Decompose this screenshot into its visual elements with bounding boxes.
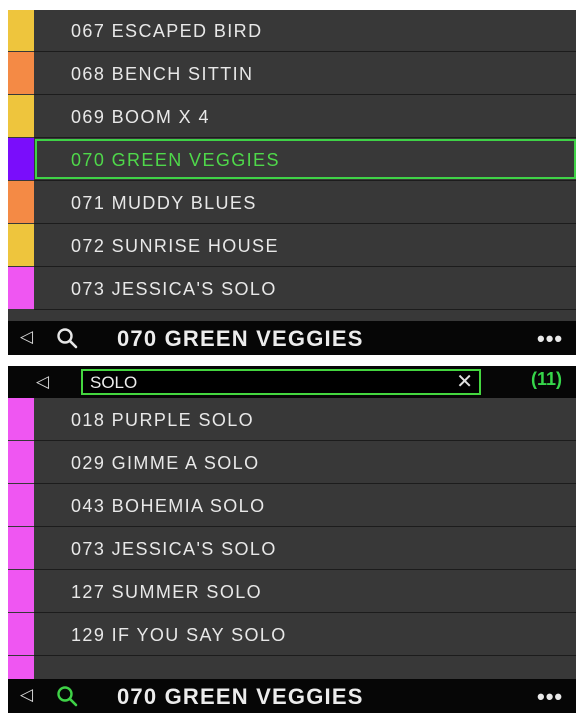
preset-row[interactable]: 072 SUNRISE HOUSE <box>8 224 576 267</box>
current-preset-title: 070 GREEN VEGGIES <box>117 326 364 351</box>
search-result-count: (11) <box>531 369 563 389</box>
preset-name: 072 SUNRISE HOUSE <box>71 236 279 256</box>
preset-name: 129 IF YOU SAY SOLO <box>71 625 287 645</box>
preset-color-swatch <box>8 138 34 180</box>
back-triangle-icon[interactable]: ◁ <box>20 327 33 347</box>
preset-row[interactable]: 068 BENCH SITTIN <box>8 52 576 95</box>
preset-color-swatch <box>8 267 34 309</box>
preset-name: 073 JESSICA'S SOLO <box>71 279 277 299</box>
search-query-text: SOLO <box>90 373 138 392</box>
search-result-row[interactable]: 129 IF YOU SAY SOLO <box>8 613 576 656</box>
preset-name: 127 SUMMER SOLO <box>71 582 263 602</box>
preset-name: 069 BOOM X 4 <box>71 107 210 127</box>
search-bar: ◁ SOLO ✕ (11) <box>8 366 576 398</box>
preset-name: 068 BENCH SITTIN <box>71 64 254 84</box>
search-result-row[interactable]: 073 JESSICA'S SOLO <box>8 527 576 570</box>
preset-color-swatch <box>8 527 34 569</box>
preset-color-swatch <box>8 441 34 483</box>
search-icon[interactable] <box>56 327 78 354</box>
search-input[interactable]: SOLO ✕ <box>81 369 481 395</box>
preset-row-selected[interactable]: 070 GREEN VEGGIES <box>8 138 576 181</box>
preset-row[interactable]: 069 BOOM X 4 <box>8 95 576 138</box>
more-options-icon[interactable]: ••• <box>537 684 563 710</box>
search-result-row[interactable]: 127 SUMMER SOLO <box>8 570 576 613</box>
more-options-icon[interactable]: ••• <box>537 326 563 352</box>
search-result-row[interactable]: 043 BOHEMIA SOLO <box>8 484 576 527</box>
preset-name: 018 PURPLE SOLO <box>71 410 255 430</box>
preset-name: 071 MUDDY BLUES <box>71 193 257 213</box>
search-bottom-bar: ◁ 070 GREEN VEGGIES ••• <box>8 679 576 713</box>
current-preset-title: 070 GREEN VEGGIES <box>117 684 364 709</box>
preset-color-swatch <box>8 224 34 266</box>
close-icon[interactable]: ✕ <box>456 371 473 393</box>
preset-name: 070 GREEN VEGGIES <box>71 150 280 170</box>
preset-bottom-bar: ◁ 070 GREEN VEGGIES ••• <box>8 321 576 355</box>
preset-color-swatch <box>8 613 34 655</box>
back-triangle-icon[interactable]: ◁ <box>20 685 33 705</box>
preset-color-swatch <box>8 570 34 612</box>
preset-list-panel: 067 ESCAPED BIRD 068 BENCH SITTIN 069 BO… <box>8 10 576 355</box>
preset-name: 043 BOHEMIA SOLO <box>71 496 266 516</box>
preset-color-swatch <box>8 398 34 440</box>
preset-row[interactable]: 073 JESSICA'S SOLO <box>8 267 576 310</box>
row-divider <box>34 309 576 310</box>
back-triangle-icon[interactable]: ◁ <box>36 372 49 392</box>
preset-name: 067 ESCAPED BIRD <box>71 21 263 41</box>
search-icon[interactable] <box>56 685 78 712</box>
preset-name: 073 JESSICA'S SOLO <box>71 539 277 559</box>
search-result-row[interactable]: 029 GIMME A SOLO <box>8 441 576 484</box>
preset-row[interactable]: 067 ESCAPED BIRD <box>8 10 576 52</box>
preset-color-swatch <box>8 484 34 526</box>
preset-name: 029 GIMME A SOLO <box>71 453 260 473</box>
preset-color-swatch <box>8 10 34 51</box>
preset-color-swatch <box>8 52 34 94</box>
preset-row[interactable]: 071 MUDDY BLUES <box>8 181 576 224</box>
preset-color-swatch <box>8 95 34 137</box>
search-results-panel: ◁ SOLO ✕ (11) 018 PURPLE SOLO 029 GIMME … <box>8 366 576 713</box>
search-result-row[interactable]: 018 PURPLE SOLO <box>8 398 576 441</box>
preset-color-swatch <box>8 181 34 223</box>
